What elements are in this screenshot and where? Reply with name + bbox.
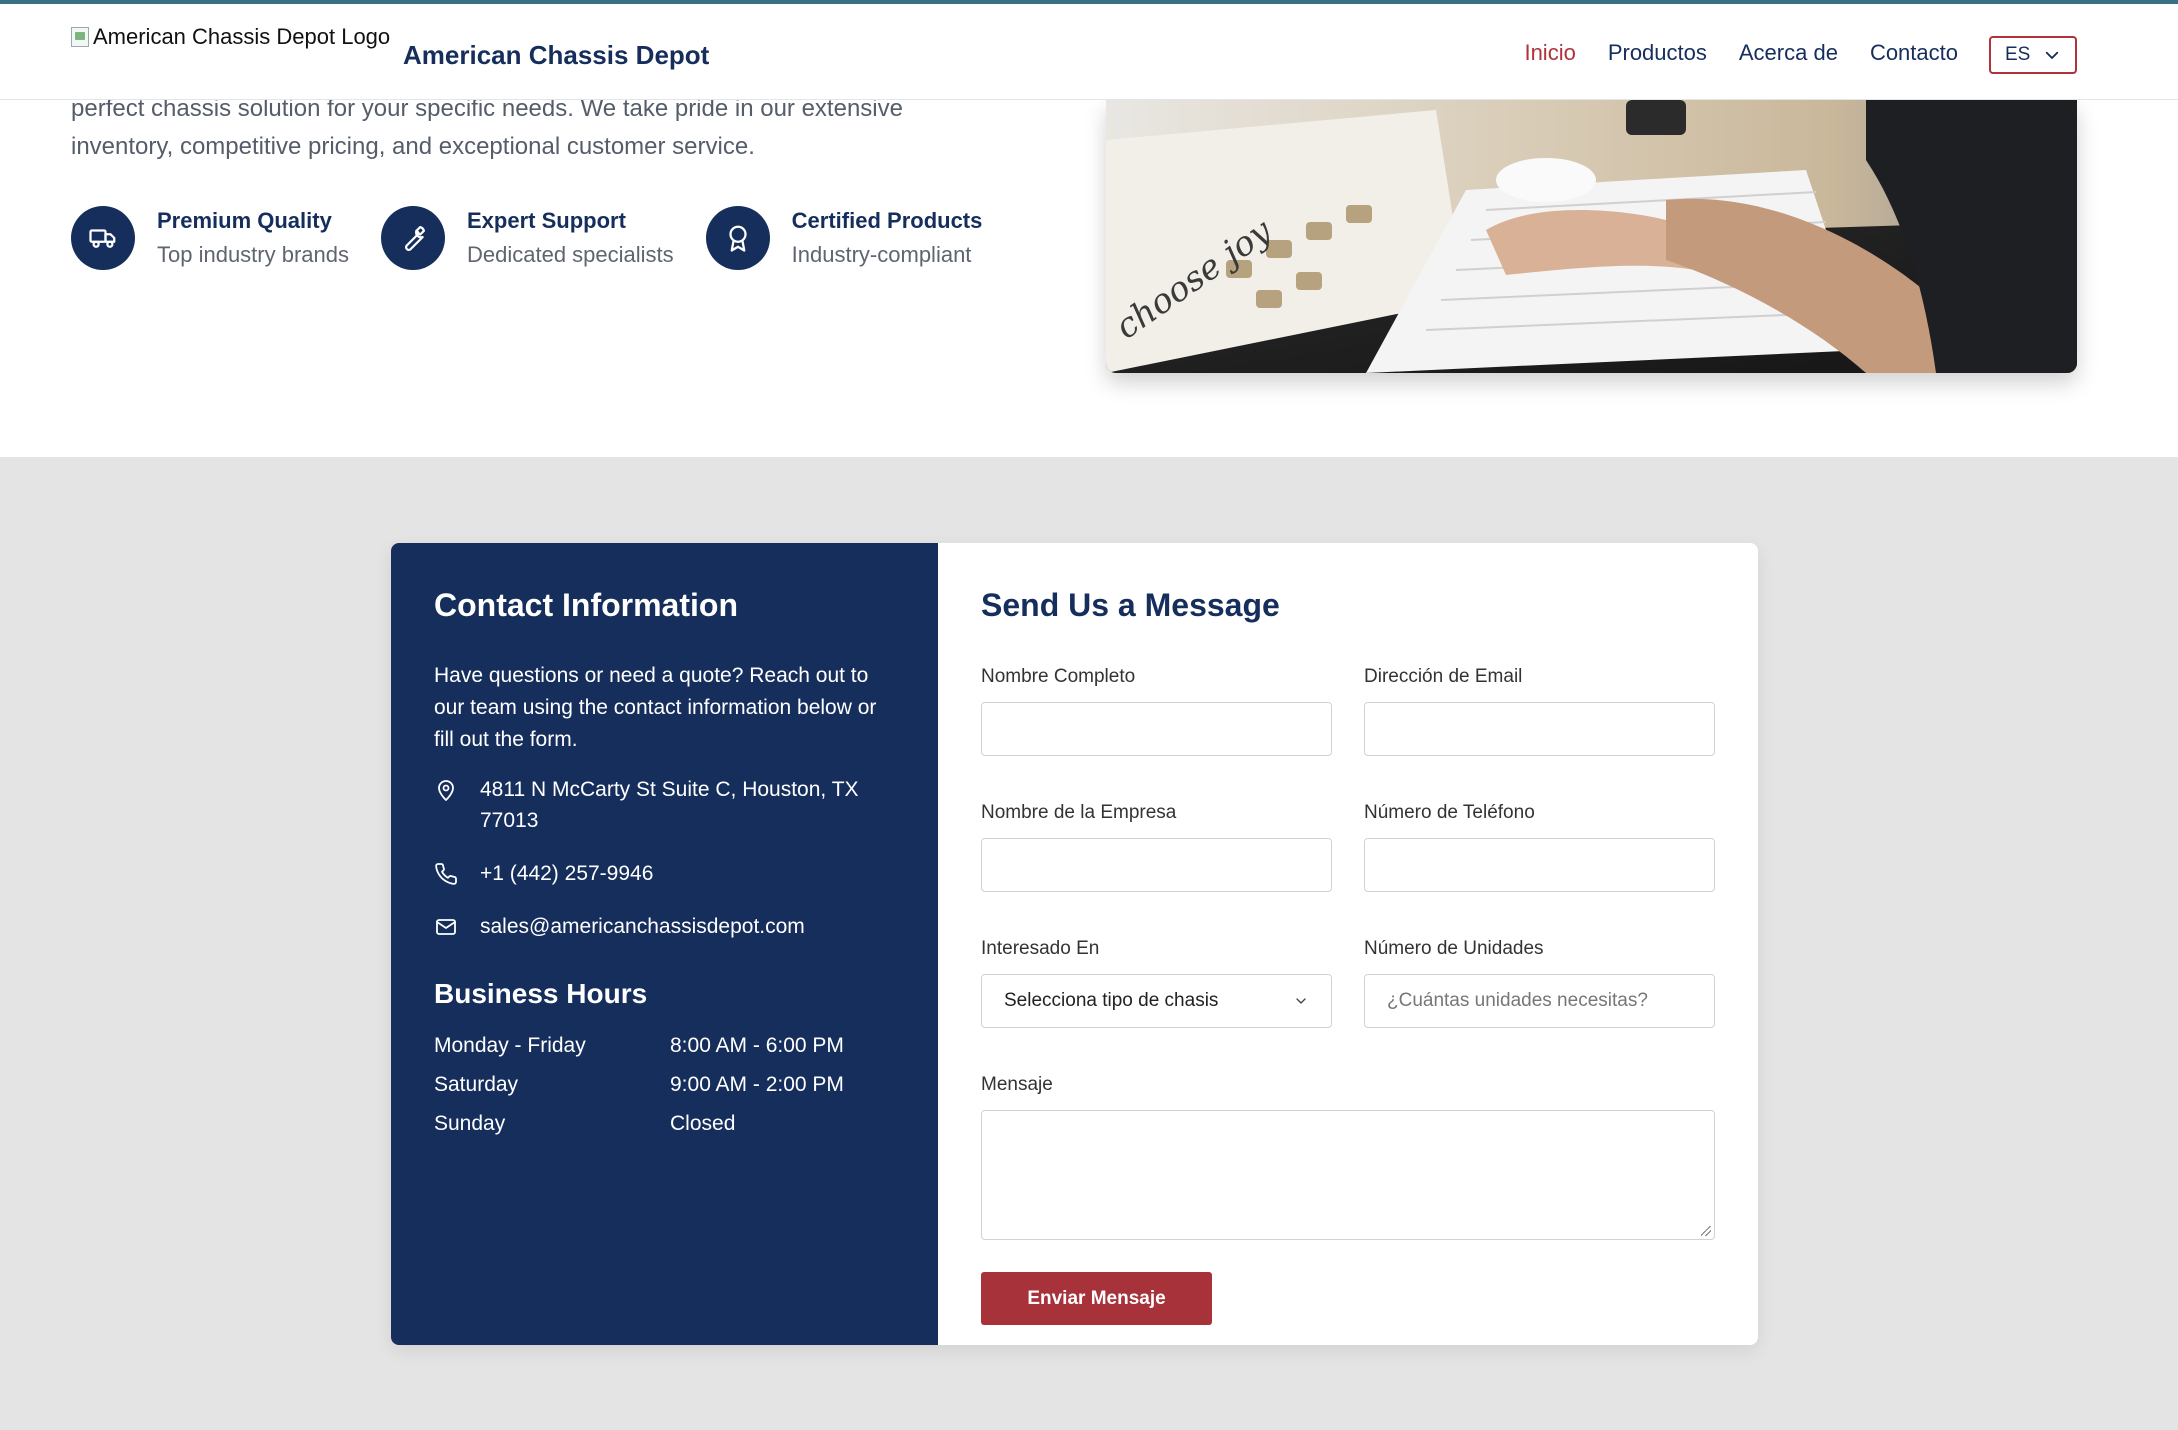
feature-subtitle: Dedicated specialists: [467, 242, 674, 267]
message-label: Mensaje: [981, 1074, 1053, 1095]
intro-line-2: inventory, competitive pricing, and exce…: [71, 133, 755, 160]
contact-info-description: Have questions or need a quote? Reach ou…: [434, 664, 877, 751]
feature-title: Expert Support: [467, 208, 626, 233]
feature-item-certified-products: Certified Products Industry-compliant: [705, 206, 983, 270]
brand-name[interactable]: American Chassis Depot: [403, 40, 709, 71]
address-text: 4811 N McCarty St Suite C, Houston, TX 7…: [480, 778, 859, 832]
submit-button[interactable]: Enviar Mensaje: [981, 1272, 1212, 1325]
wrench-icon: [381, 206, 445, 270]
nav-link-acerca-de[interactable]: Acerca de: [1739, 40, 1838, 66]
interest-field-group: Interesado En Selecciona tipo de chasis: [981, 938, 1332, 1028]
chevron-down-icon: [2045, 51, 2059, 59]
logo-image[interactable]: American Chassis Depot Logo: [71, 24, 390, 50]
phone-label: Número de Teléfono: [1364, 802, 1535, 823]
interest-select-value: Selecciona tipo de chasis: [1004, 990, 1219, 1011]
feature-subtitle: Top industry brands: [157, 242, 349, 267]
truck-icon: [71, 206, 135, 270]
message-field-group: Mensaje: [981, 1074, 1715, 1240]
nav-link-inicio[interactable]: Inicio: [1524, 40, 1575, 66]
contact-info-title: Contact Information: [434, 587, 738, 623]
email-label: Dirección de Email: [1364, 666, 1523, 687]
top-navbar: American Chassis Depot Logo American Cha…: [0, 0, 2178, 100]
email-text[interactable]: sales@americanchassisdepot.com: [480, 911, 805, 942]
contact-info-panel: Contact Information Have questions or ne…: [391, 543, 938, 1345]
phone-input[interactable]: [1364, 838, 1715, 892]
hours-time: 8:00 AM - 6:00 PM: [670, 1034, 844, 1057]
language-select[interactable]: ES: [1989, 36, 2077, 74]
hours-time: Closed: [670, 1112, 736, 1135]
language-value: ES: [2005, 44, 2031, 65]
hours-day: Monday - Friday: [434, 1034, 586, 1057]
units-input[interactable]: ¿Cuántas unidades necesitas?: [1364, 974, 1715, 1028]
email-row: sales@americanchassisdepot.com: [434, 911, 895, 942]
map-pin-icon: [438, 780, 454, 801]
mail-icon: [436, 919, 456, 935]
units-field-group: Número de Unidades ¿Cuántas unidades nec…: [1364, 938, 1715, 1028]
email-field-group: Dirección de Email: [1364, 666, 1715, 756]
phone-row: +1 (442) 257-9946: [434, 858, 895, 889]
award-icon: [705, 206, 770, 270]
phone-field-group: Número de Teléfono: [1364, 802, 1715, 892]
units-label: Número de Unidades: [1364, 938, 1544, 959]
company-label: Nombre de la Empresa: [981, 802, 1177, 823]
full-name-field-group: Nombre Completo: [981, 666, 1332, 756]
chevron-down-icon: [1296, 998, 1306, 1004]
broken-image-icon: [71, 27, 89, 47]
main-nav: Inicio Productos Acerca de Contacto: [1524, 40, 1958, 66]
intro-paragraph: perfect chassis solution for your specif…: [71, 90, 991, 166]
contact-card: Contact Information Have questions or ne…: [391, 543, 1758, 1345]
phone-text[interactable]: +1 (442) 257-9946: [480, 858, 653, 889]
hours-row: Monday - Friday 8:00 AM - 6:00 PM: [434, 1034, 895, 1058]
business-hours-title: Business Hours: [434, 978, 648, 1009]
hours-day: Sunday: [434, 1112, 506, 1135]
feature-title: Certified Products: [791, 208, 983, 233]
form-title: Send Us a Message: [981, 587, 1280, 623]
company-field-group: Nombre de la Empresa: [981, 802, 1332, 892]
company-input[interactable]: [981, 838, 1332, 892]
logo-alt-text: American Chassis Depot Logo: [93, 24, 391, 49]
email-input[interactable]: [1364, 702, 1715, 756]
message-form-panel: Send Us a Message Nombre Completo Direcc…: [938, 543, 1758, 1345]
nav-link-productos[interactable]: Productos: [1608, 40, 1707, 66]
phone-icon: [435, 863, 457, 885]
full-name-input[interactable]: [981, 702, 1332, 756]
address-row: 4811 N McCarty St Suite C, Houston, TX 7…: [434, 774, 895, 836]
hours-day: Saturday: [434, 1073, 519, 1096]
nav-link-contacto[interactable]: Contacto: [1870, 40, 1958, 66]
feature-title: Premium Quality: [157, 208, 332, 233]
form-grid: Nombre Completo Dirección de Email Nombr…: [981, 666, 1715, 1028]
hours-row: Saturday 9:00 AM - 2:00 PM: [434, 1073, 895, 1097]
feature-list: Premium Quality Top industry brands Expe…: [71, 206, 982, 270]
hero-photo: choose joy: [1106, 100, 2077, 373]
units-placeholder: ¿Cuántas unidades necesitas?: [1387, 990, 1648, 1011]
hours-time: 9:00 AM - 2:00 PM: [670, 1073, 844, 1096]
feature-subtitle: Industry-compliant: [791, 242, 972, 267]
hours-row: Sunday Closed: [434, 1112, 895, 1136]
feature-item-expert-support: Expert Support Dedicated specialists: [381, 206, 674, 270]
interest-select[interactable]: Selecciona tipo de chasis: [981, 974, 1332, 1028]
feature-item-premium-quality: Premium Quality Top industry brands: [71, 206, 349, 270]
full-name-label: Nombre Completo: [981, 666, 1136, 687]
interest-label: Interesado En: [981, 938, 1100, 959]
message-textarea[interactable]: [981, 1110, 1715, 1240]
